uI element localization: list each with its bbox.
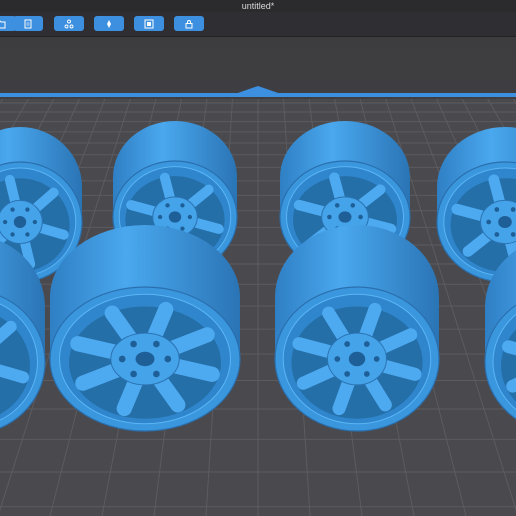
- wheel-center-bore: [348, 351, 366, 367]
- wheel-bolt-hole: [363, 371, 370, 377]
- wheel-bolt-hole: [118, 355, 126, 363]
- wheel: [274, 225, 440, 432]
- wheel-bolt-hole: [187, 214, 193, 220]
- wheel-bolt-hole: [153, 370, 160, 378]
- frame-button[interactable]: [134, 16, 164, 31]
- support-button[interactable]: [94, 16, 124, 31]
- wheel-center-bore: [13, 216, 27, 228]
- layers-button[interactable]: [13, 16, 43, 31]
- wheel-bolt-hole: [32, 219, 38, 225]
- 3d-viewport[interactable]: [0, 37, 516, 516]
- lock-button[interactable]: [174, 16, 204, 31]
- toolbar: [0, 12, 516, 37]
- wheel-bolt-hole: [10, 232, 15, 237]
- wheel-bolt-hole: [510, 207, 516, 212]
- wheel-bolt-hole: [334, 356, 341, 362]
- wheel-bolt-hole: [130, 340, 137, 348]
- wheel-bolt-hole: [180, 226, 185, 231]
- wheel-bolt-hole: [157, 214, 163, 220]
- window-title: untitled*: [0, 0, 516, 12]
- wheel-center-bore: [135, 351, 155, 367]
- wheel-bolt-hole: [510, 232, 516, 237]
- wheel-bolt-hole: [494, 232, 500, 237]
- wheel-bolt-hole: [130, 370, 137, 378]
- wheel-bolt-hole: [373, 356, 380, 362]
- wheel-bolt-hole: [153, 340, 160, 348]
- wheel-bolt-hole: [25, 207, 30, 212]
- wheel-center-bore: [498, 216, 512, 228]
- wheel-bolt-hole: [327, 214, 332, 220]
- wheel-bolt-hole: [180, 203, 185, 208]
- layers-icon: [24, 19, 32, 28]
- wheel-bolt-hole: [164, 355, 172, 363]
- wheel-bolt-hole: [165, 203, 170, 208]
- wheel-bolt-hole: [334, 203, 340, 208]
- open-file-icon: [0, 20, 6, 28]
- wheel-bolt-hole: [486, 219, 492, 225]
- wheel-bolt-hole: [10, 207, 15, 212]
- wheel-bolt-hole: [344, 341, 351, 347]
- tree-icon: [64, 19, 74, 28]
- wheel-bolt-hole: [344, 371, 351, 377]
- wheel-bolt-hole: [494, 207, 500, 212]
- frame-icon: [144, 19, 154, 28]
- wheel-center-bore: [338, 211, 352, 223]
- wheel-bolt-hole: [350, 203, 356, 208]
- wheel-bolt-hole: [363, 341, 370, 347]
- wheel-center-bore: [168, 211, 182, 223]
- tree-button[interactable]: [54, 16, 84, 31]
- support-icon: [107, 19, 111, 28]
- wheel-bolt-hole: [25, 232, 30, 237]
- lock-icon: [185, 19, 193, 28]
- wheel-bolt-hole: [2, 219, 8, 225]
- wheel: [49, 225, 241, 432]
- wheel-bolt-hole: [358, 214, 363, 220]
